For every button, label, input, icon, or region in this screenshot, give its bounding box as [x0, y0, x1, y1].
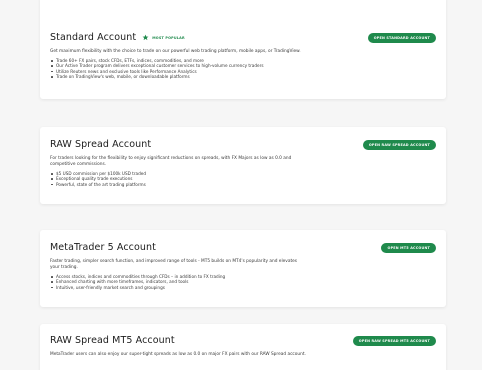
card-title: RAW Spread MT5 Account	[50, 335, 175, 346]
open-mt5-account-button[interactable]: OPEN MT5 ACCOUNT	[381, 242, 436, 253]
card-description: For traders looking for the flexibility …	[50, 156, 292, 167]
card-title-wrap: Standard Account MOST POPULAR	[50, 32, 185, 43]
standard-account-card: Standard Account MOST POPULAR OPEN STAND…	[40, 0, 446, 99]
card-title-wrap: MetaTrader 5 Account	[50, 242, 156, 253]
raw-spread-mt5-account-card: RAW Spread MT5 Account OPEN RAW SPREAD M…	[40, 324, 446, 370]
feature-list: Trade 60+ FX pairs, stock CFDs, ETFs, in…	[50, 58, 436, 79]
card-title-wrap: RAW Spread Account	[50, 139, 151, 150]
card-description: Get maximum flexibility with the choice …	[50, 49, 301, 54]
card-header: MetaTrader 5 Account OPEN MT5 ACCOUNT	[50, 242, 436, 253]
card-title: RAW Spread Account	[50, 139, 152, 150]
open-raw-spread-account-button[interactable]: OPEN RAW SPREAD ACCOUNT	[362, 139, 436, 150]
open-standard-account-button[interactable]: OPEN STANDARD ACCOUNT	[367, 32, 436, 43]
card-title: Standard Account	[50, 32, 137, 43]
star-icon	[142, 34, 149, 41]
badge-label: MOST POPULAR	[152, 35, 185, 40]
most-popular-badge: MOST POPULAR	[142, 34, 185, 41]
card-description: MetaTrader users can also enjoy our supe…	[50, 352, 306, 357]
feature-list: Access stocks, indices and commodities t…	[50, 274, 436, 290]
card-title: MetaTrader 5 Account	[50, 242, 156, 253]
raw-spread-account-card: RAW Spread Account OPEN RAW SPREAD ACCOU…	[40, 127, 446, 204]
metatrader-5-account-card: MetaTrader 5 Account OPEN MT5 ACCOUNT Fa…	[40, 230, 446, 307]
card-header: RAW Spread Account OPEN RAW SPREAD ACCOU…	[50, 139, 436, 150]
feature-item: Powerful, state of the art trading platf…	[50, 182, 436, 187]
open-raw-spread-mt5-account-button[interactable]: OPEN RAW SPREAD MT5 ACCOUNT	[352, 335, 436, 346]
feature-list: $5 USD commission per $100k USD traded E…	[50, 171, 436, 187]
card-header: Standard Account MOST POPULAR OPEN STAND…	[50, 32, 436, 43]
card-title-wrap: RAW Spread MT5 Account	[50, 335, 175, 346]
card-header: RAW Spread MT5 Account OPEN RAW SPREAD M…	[50, 335, 436, 346]
feature-item: Intuitive, user-friendly market search a…	[50, 285, 436, 290]
card-description: Faster trading, simpler search function,…	[50, 259, 298, 270]
feature-item: Trade on TradingView's web, mobile, or d…	[50, 74, 436, 79]
